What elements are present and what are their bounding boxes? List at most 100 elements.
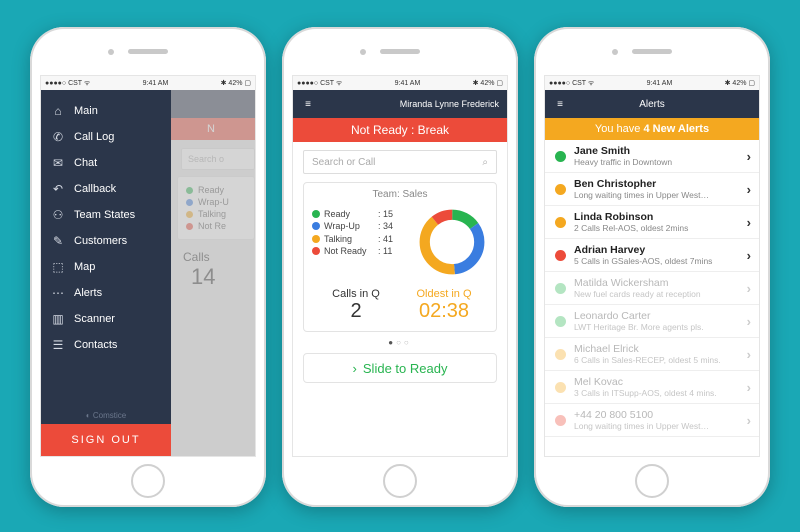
phone-menu: ●●●●○ CST ᯤ9:41 AM✱ 42% ▢ ‹ N Search o R… <box>30 27 266 507</box>
alert-name: Adrian Harvey <box>574 244 739 256</box>
menu-label: Customers <box>74 235 127 247</box>
nav-customers[interactable]: ✎Customers <box>41 228 171 254</box>
alert-subtitle: Long waiting times in Upper West… <box>574 190 739 200</box>
home-button[interactable] <box>131 464 165 498</box>
chevron-right-icon: › <box>747 281 751 296</box>
chevron-right-icon: › <box>747 248 751 263</box>
alert-subtitle: 6 Calls in Sales-RECEP, oldest 5 mins. <box>574 355 739 365</box>
alert-item[interactable]: Jane SmithHeavy traffic in Downtown › <box>545 140 759 173</box>
alert-item[interactable]: Michael Elrick6 Calls in Sales-RECEP, ol… <box>545 338 759 371</box>
donut-chart <box>416 206 488 278</box>
status-dot-icon <box>555 151 566 162</box>
phone-dashboard: ●●●●○ CST ᯤ9:41 AM✱ 42% ▢ ≡ Miranda Lynn… <box>282 27 518 507</box>
page-title: Alerts <box>545 99 759 110</box>
team-card: ReadyWrap-UTalkingNot Re <box>177 176 255 240</box>
calls-q-value: 2 <box>312 300 400 323</box>
status-dot-icon <box>312 210 320 218</box>
nav-team-states-icon: ⚇ <box>51 208 65 222</box>
alert-name: Michael Elrick <box>574 343 739 355</box>
brand-label: ◐ Comstice <box>41 405 171 424</box>
nav-header: ≡ Miranda Lynne Frederick <box>293 90 507 118</box>
nav-call-log-icon: ✆ <box>51 130 65 144</box>
calls-label: Calls <box>183 250 255 264</box>
alert-subtitle: Long waiting times in Upper West… <box>574 421 739 431</box>
legend-row: Not Re <box>186 221 246 231</box>
menu-label: Map <box>74 261 95 273</box>
chevron-right-icon: › <box>747 215 751 230</box>
status-dot-icon <box>312 247 320 255</box>
search-input[interactable]: Search or Call ⌕ <box>303 150 497 174</box>
user-name[interactable]: Miranda Lynne Frederick <box>400 99 499 109</box>
home-button[interactable] <box>383 464 417 498</box>
status-dot-icon <box>555 283 566 294</box>
chevron-right-icon: › <box>747 314 751 329</box>
alert-subtitle: 5 Calls in GSales-AOS, oldest 7mins <box>574 256 739 266</box>
status-dot-icon <box>186 187 193 194</box>
alert-item[interactable]: Linda Robinson2 Calls Rel-AOS, oldest 2m… <box>545 206 759 239</box>
chevron-right-icon: › <box>747 380 751 395</box>
nav-call-log[interactable]: ✆ Call Log <box>41 124 171 150</box>
alert-item[interactable]: +44 20 800 5100Long waiting times in Upp… <box>545 404 759 437</box>
menu-icon[interactable]: ≡ <box>301 97 315 111</box>
alert-item[interactable]: Ben ChristopherLong waiting times in Upp… <box>545 173 759 206</box>
nav-map[interactable]: ⬚Map <box>41 254 171 280</box>
nav-chat[interactable]: ✉Chat <box>41 150 171 176</box>
phone-alerts: ●●●●○ CST ᯤ9:41 AM✱ 42% ▢ ≡ Alerts You h… <box>534 27 770 507</box>
alert-item[interactable]: Leonardo CarterLWT Heritage Br. More age… <box>545 305 759 338</box>
alert-subtitle: LWT Heritage Br. More agents pls. <box>574 322 739 332</box>
menu-label: Callback <box>74 183 116 195</box>
menu-icon[interactable]: ≡ <box>553 97 567 111</box>
nav-header: ≡ Alerts <box>545 90 759 118</box>
status-dot-icon <box>312 222 320 230</box>
page-indicator: ●○○ <box>293 338 507 347</box>
sign-out-button[interactable]: SIGN OUT <box>41 424 171 456</box>
menu-label: Chat <box>74 157 97 169</box>
alert-subtitle: Heavy traffic in Downtown <box>574 157 739 167</box>
alert-name: Ben Christopher <box>574 178 739 190</box>
menu-label: Call Log <box>74 131 114 143</box>
alert-item[interactable]: Adrian Harvey5 Calls in GSales-AOS, olde… <box>545 239 759 272</box>
menu-label: Main <box>74 105 98 117</box>
status-bar: ●●●●○ CST ᯤ9:41 AM✱ 42% ▢ <box>293 76 507 90</box>
sidebar-menu: ⌂Main ✆ Call Log ✉Chat ↶ Callback ⚇ Team States… <box>41 90 171 456</box>
legend-row: Wrap-U <box>186 197 246 207</box>
nav-callback-icon: ↶ <box>51 182 65 196</box>
status-banner: Not Ready : Break <box>293 118 507 142</box>
menu-label: Contacts <box>74 339 117 351</box>
status-dot-icon <box>555 382 566 393</box>
status-dot-icon <box>186 199 193 206</box>
alert-subtitle: 3 Calls in ITSupp-AOS, oldest 4 mins. <box>574 388 739 398</box>
nav-contacts[interactable]: ☰Contacts <box>41 332 171 358</box>
alert-name: +44 20 800 5100 <box>574 409 739 421</box>
status-dot-icon <box>186 211 193 218</box>
nav-scanner[interactable]: ▥Scanner <box>41 306 171 332</box>
chevron-right-icon: › <box>747 149 751 164</box>
status-dot-icon <box>555 415 566 426</box>
alert-item[interactable]: Matilda WickershamNew fuel cards ready a… <box>545 272 759 305</box>
slide-to-ready-button[interactable]: › Slide to Ready <box>303 353 497 383</box>
menu-label: Alerts <box>74 287 102 299</box>
search-input[interactable]: Search o <box>181 148 255 170</box>
calls-value: 14 <box>191 264 255 290</box>
alerts-list: Jane SmithHeavy traffic in Downtown › Be… <box>545 140 759 456</box>
nav-scanner-icon: ▥ <box>51 312 65 326</box>
alert-name: Linda Robinson <box>574 211 739 223</box>
alert-name: Leonardo Carter <box>574 310 739 322</box>
nav-team-states[interactable]: ⚇ Team States <box>41 202 171 228</box>
status-dot-icon <box>555 316 566 327</box>
team-card: Team: Sales Ready: 15Wrap-Up: 34Talking:… <box>303 182 497 332</box>
chevron-right-icon: › <box>747 182 751 197</box>
alert-item[interactable]: Mel Kovac3 Calls in ITSupp-AOS, oldest 4… <box>545 371 759 404</box>
status-bar: ●●●●○ CST ᯤ9:41 AM✱ 42% ▢ <box>41 76 255 90</box>
menu-label: Team States <box>74 209 135 221</box>
status-dot-icon <box>555 184 566 195</box>
search-icon: ⌕ <box>482 157 488 168</box>
alert-name: Mel Kovac <box>574 376 739 388</box>
nav-main[interactable]: ⌂Main <box>41 98 171 124</box>
nav-callback[interactable]: ↶ Callback <box>41 176 171 202</box>
alerts-banner: You have 4 New Alerts <box>545 118 759 140</box>
status-legend: Ready: 15Wrap-Up: 34Talking: 41Not Ready… <box>312 206 416 278</box>
home-button[interactable] <box>635 464 669 498</box>
chevron-right-icon: › <box>353 361 357 376</box>
nav-alerts[interactable]: ⋯Alerts <box>41 280 171 306</box>
